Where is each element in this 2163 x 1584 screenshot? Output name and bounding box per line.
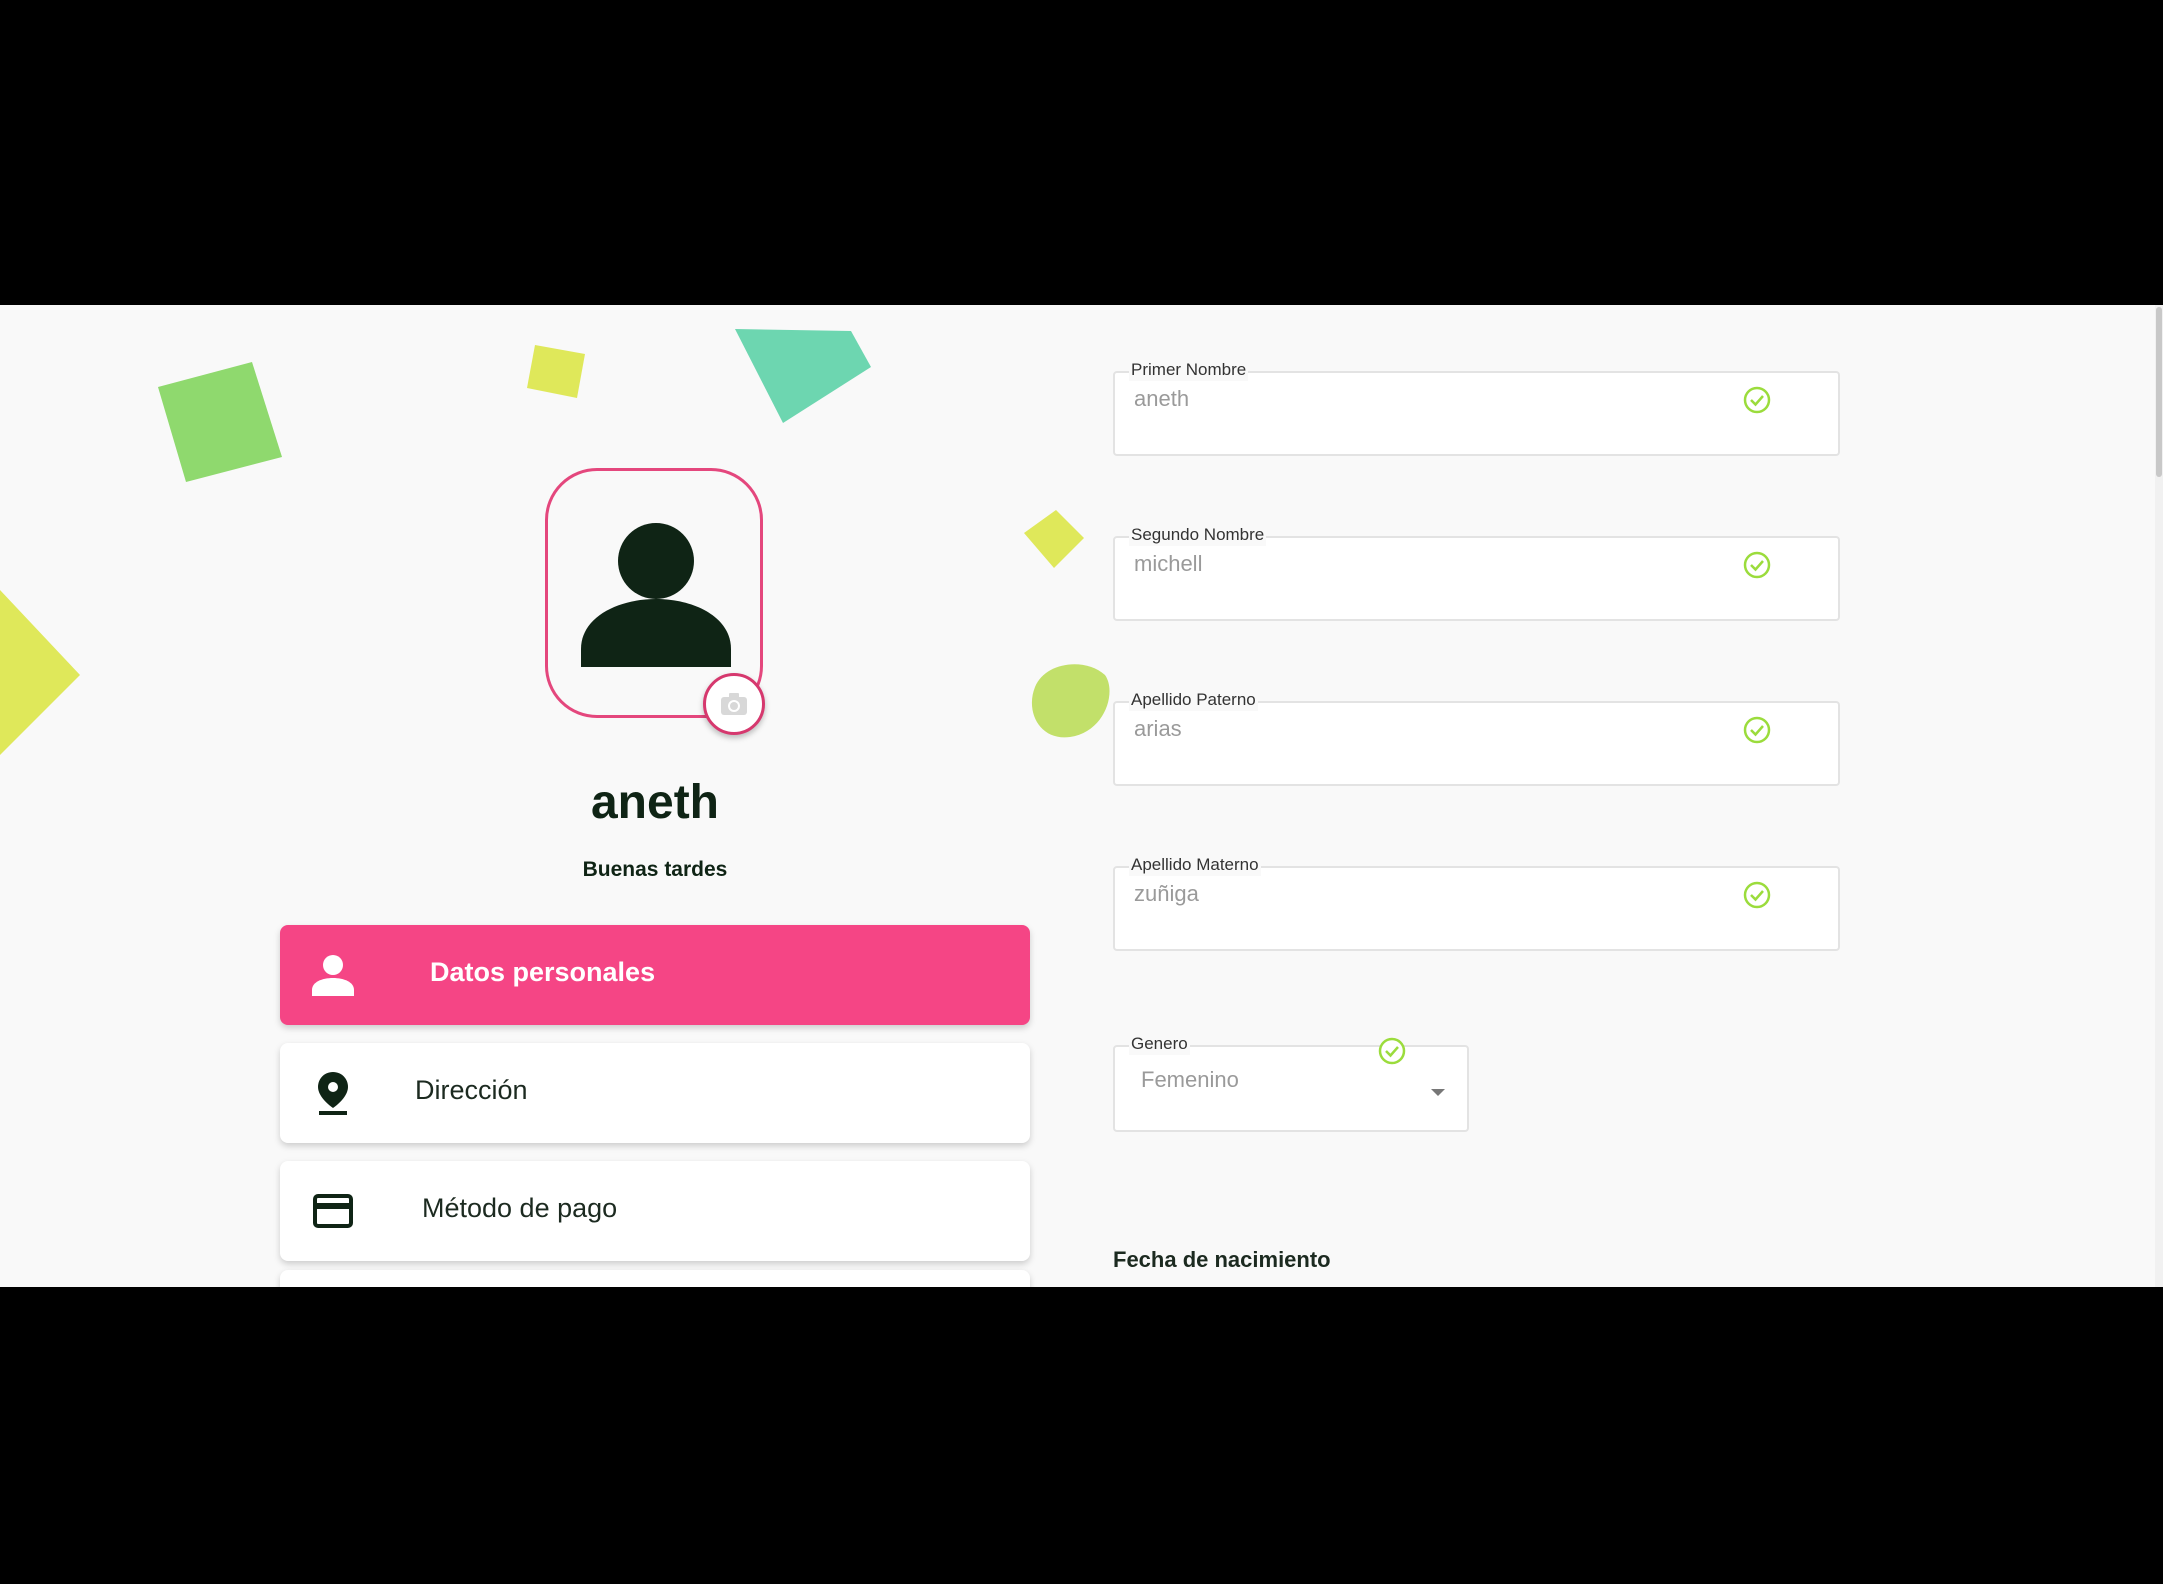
person-icon [308, 950, 358, 1000]
field-label: Genero [1129, 1033, 1190, 1055]
fecha-nacimiento-title: Fecha de nacimiento [1113, 1247, 1331, 1272]
scrollbar-thumb[interactable] [2156, 307, 2162, 477]
location-pin-icon [308, 1068, 358, 1118]
menu-item-label: Datos personales [430, 957, 656, 987]
decorative-shape-yellow-small [527, 345, 585, 398]
apellido-materno-field[interactable]: Apellido Materno zuñiga [1113, 854, 1840, 951]
field-label: Apellido Materno [1129, 854, 1261, 876]
scrollbar[interactable] [2155, 305, 2163, 1287]
user-name: aneth [590, 776, 719, 829]
greeting-text: Buenas tardes [582, 858, 728, 881]
decorative-shape-yellow-triangle [0, 590, 80, 755]
menu-item-direccion[interactable]: Dirección [280, 1043, 1030, 1143]
apellido-paterno-field[interactable]: Apellido Paterno arias [1113, 689, 1840, 786]
check-circle-icon [1743, 551, 1771, 579]
decorative-shape-yellow-diamond [1024, 510, 1084, 568]
check-circle-icon [1743, 716, 1771, 744]
field-value: michell [1134, 551, 1203, 576]
menu-item-metodo-de-pago[interactable]: Método de pago [280, 1161, 1030, 1261]
field-label: Segundo Nombre [1129, 524, 1267, 546]
camera-icon [721, 693, 747, 715]
avatar-icon [581, 523, 731, 667]
menu-item-label: Dirección [415, 1075, 528, 1105]
field-label: Primer Nombre [1129, 359, 1249, 381]
decorative-shape-teal [735, 329, 871, 423]
decorative-shape-lime-blob [1031, 664, 1110, 738]
change-photo-button[interactable] [703, 673, 765, 735]
genero-select[interactable]: Genero Femenino [1113, 1033, 1469, 1132]
field-value: zuñiga [1134, 881, 1199, 906]
menu-item-label: Método de pago [422, 1193, 618, 1223]
menu-item-partial[interactable] [280, 1270, 1030, 1287]
page-viewport: aneth Buenas tardes Datos personales Dir… [0, 305, 2163, 1287]
menu-item-datos-personales[interactable]: Datos personales [280, 925, 1030, 1025]
primer-nombre-field[interactable]: Primer Nombre aneth [1113, 359, 1840, 456]
field-value: arias [1134, 716, 1182, 741]
check-circle-icon [1378, 1037, 1406, 1065]
credit-card-icon [308, 1186, 358, 1236]
field-label: Apellido Paterno [1129, 689, 1258, 711]
decorative-shape-green-square [158, 362, 282, 482]
dropdown-caret-icon [1431, 1089, 1445, 1096]
check-circle-icon [1743, 386, 1771, 414]
field-value: aneth [1134, 386, 1190, 411]
segundo-nombre-field[interactable]: Segundo Nombre michell [1113, 524, 1840, 621]
check-circle-icon [1743, 881, 1771, 909]
select-value: Femenino [1141, 1067, 1239, 1092]
